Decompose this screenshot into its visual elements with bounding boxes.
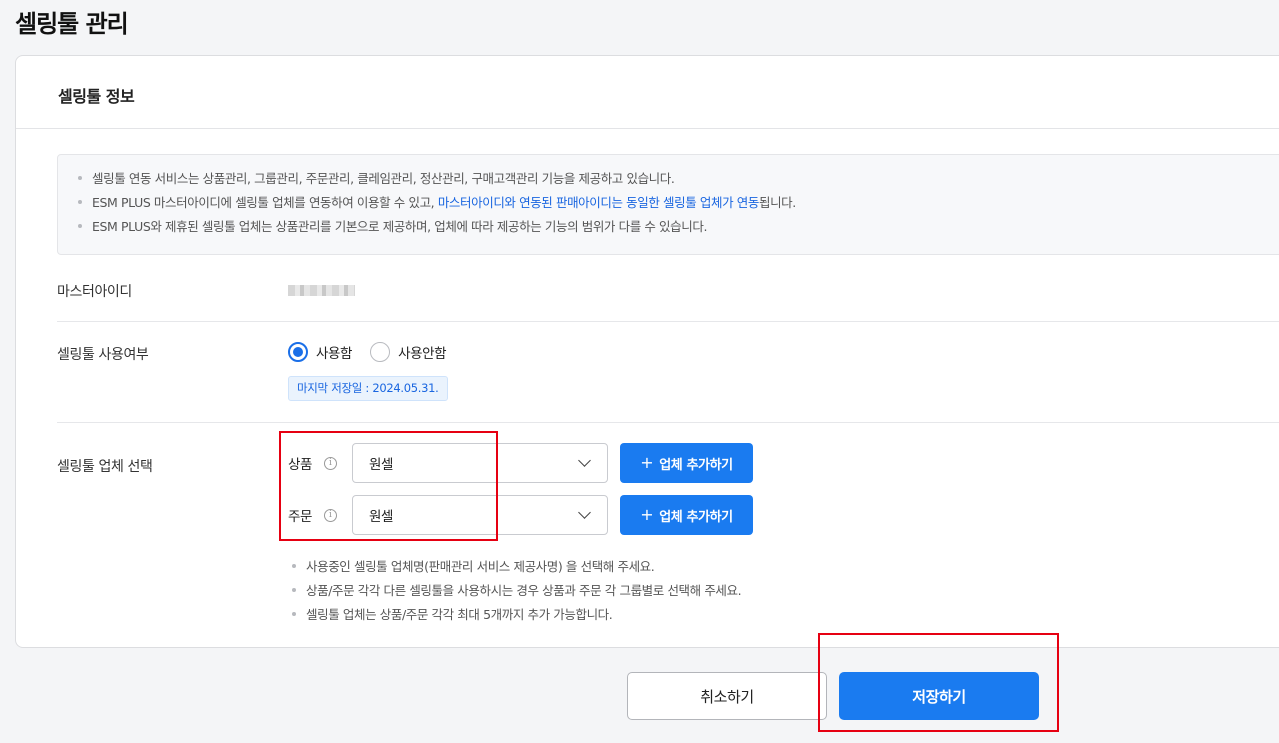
- plus-icon: +: [640, 505, 654, 524]
- cancel-button[interactable]: 취소하기: [627, 672, 827, 720]
- master-id-label: 마스터아이디: [57, 284, 132, 300]
- radio-not-use-label: 사용안함: [398, 346, 447, 362]
- bullet-icon: [292, 611, 296, 616]
- plus-icon: +: [640, 453, 654, 472]
- highlight-box-vendor: [279, 431, 498, 541]
- add-product-vendor-button[interactable]: + 업체 추가하기: [620, 443, 753, 483]
- notice-line: ESM PLUS와 제휴된 셀링툴 업체는 상품관리를 기본으로 제공하며, 업…: [78, 215, 1279, 239]
- hint-text: 상품/주문 각각 다른 셀링툴을 사용하시는 경우 상품과 주문 각 그룹별로 …: [306, 583, 742, 598]
- add-button-label: 업체 추가하기: [659, 457, 733, 473]
- chevron-down-icon: [578, 506, 591, 519]
- divider: [57, 321, 1279, 322]
- vendor-label: 셀링툴 업체 선택: [57, 459, 153, 475]
- chevron-down-icon: [578, 454, 591, 467]
- bullet-icon: [292, 563, 296, 568]
- notice-line: ESM PLUS 마스터아이디에 셀링툴 업체를 연동하여 이용할 수 있고, …: [78, 191, 1279, 215]
- add-order-vendor-button[interactable]: + 업체 추가하기: [620, 495, 753, 535]
- usage-radio-group: 사용함 사용안함: [288, 342, 464, 362]
- notice-text: ESM PLUS 마스터아이디에 셀링툴 업체를 연동하여 이용할 수 있고,: [92, 195, 438, 210]
- bullet-icon: [78, 175, 82, 180]
- page-title: 셀링툴 관리: [15, 10, 129, 38]
- notice-text: 셀링툴 연동 서비스는 상품관리, 그룹관리, 주문관리, 클레임관리, 정산관…: [92, 171, 675, 186]
- radio-checked-icon[interactable]: [288, 342, 308, 362]
- radio-use-label: 사용함: [316, 346, 353, 362]
- radio-not-use[interactable]: 사용안함: [370, 342, 447, 362]
- card-header: 셀링툴 정보: [16, 56, 1279, 129]
- hint-line: 상품/주문 각각 다른 셀링툴을 사용하시는 경우 상품과 주문 각 그룹별로 …: [292, 580, 742, 599]
- bullet-icon: [78, 199, 82, 204]
- add-button-label: 업체 추가하기: [659, 509, 733, 525]
- bullet-icon: [292, 587, 296, 592]
- radio-use[interactable]: 사용함: [288, 342, 352, 362]
- usage-label: 셀링툴 사용여부: [57, 347, 149, 363]
- hint-line: 사용중인 셀링툴 업체명(판매관리 서비스 제공사명) 을 선택해 주세요.: [292, 556, 655, 575]
- notice-highlight-text: 마스터아이디와 연동된 판매아이디는 동일한 셀링툴 업체가 연동: [437, 195, 760, 210]
- selling-tool-info-card: 셀링툴 정보 셀링툴 연동 서비스는 상품관리, 그룹관리, 주문관리, 클레임…: [15, 55, 1279, 648]
- divider: [57, 422, 1279, 423]
- card-title: 셀링툴 정보: [58, 87, 135, 106]
- hint-text: 사용중인 셀링툴 업체명(판매관리 서비스 제공사명) 을 선택해 주세요.: [306, 559, 655, 574]
- hint-line: 셀링툴 업체는 상품/주문 각각 최대 5개까지 추가 가능합니다.: [292, 604, 613, 623]
- bullet-icon: [78, 223, 82, 228]
- notice-box: 셀링툴 연동 서비스는 상품관리, 그룹관리, 주문관리, 클레임관리, 정산관…: [57, 154, 1279, 255]
- master-id-value-masked: [288, 285, 355, 296]
- notice-text: ESM PLUS와 제휴된 셀링툴 업체는 상품관리를 기본으로 제공하며, 업…: [92, 219, 708, 234]
- radio-unchecked-icon[interactable]: [370, 342, 391, 362]
- highlight-box-save: [818, 633, 1059, 732]
- hint-highlight-text: 셀링툴 업체는 상품/주문 각각 최대 5개까지 추가 가능합니다.: [306, 607, 613, 622]
- notice-line: 셀링툴 연동 서비스는 상품관리, 그룹관리, 주문관리, 클레임관리, 정산관…: [78, 167, 1279, 191]
- notice-text: 됩니다.: [758, 195, 796, 210]
- last-saved-badge: 마지막 저장일 : 2024.05.31.: [288, 376, 448, 401]
